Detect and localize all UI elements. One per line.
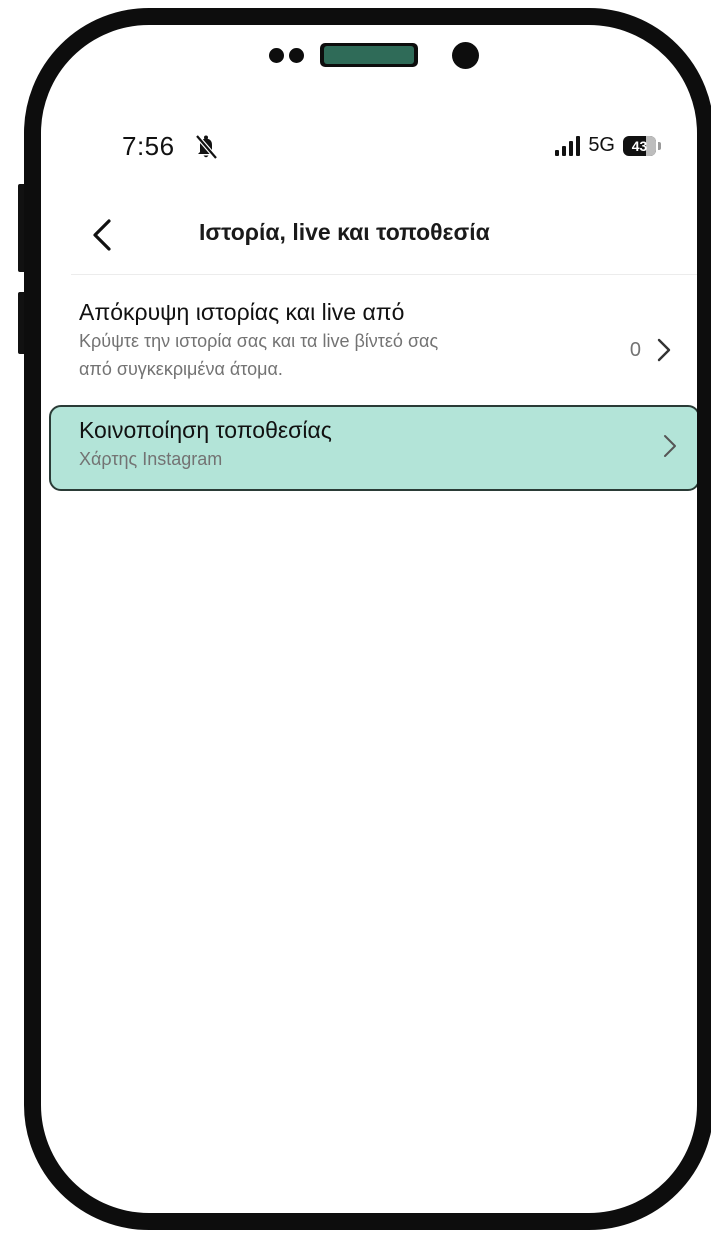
camera-lens	[452, 42, 479, 69]
back-chevron-icon[interactable]	[85, 215, 121, 255]
setting-title: Κοινοποίηση τοποθεσίας	[79, 417, 332, 443]
status-time: 7:56	[122, 131, 175, 161]
chevron-right-icon	[657, 338, 671, 362]
sensor-dot	[269, 48, 284, 63]
battery-level: 43	[631, 137, 648, 154]
chevron-right-icon	[664, 435, 676, 457]
setting-row-hide-story-live[interactable]: Απόκρυψη ιστορίας και live από Κρύψτε τη…	[41, 281, 697, 401]
signal-icon	[555, 135, 581, 156]
bell-slash-icon	[195, 134, 218, 160]
setting-subtitle: Κρύψτε την ιστορία σας και τα live βίντε…	[79, 331, 439, 351]
earpiece-speaker	[320, 43, 418, 67]
battery-icon: 43	[623, 135, 656, 156]
device-frame: 7:56 5G 43 Ιστορία, live και τοποθεσία Α…	[0, 0, 711, 1241]
phone-screen: 7:56 5G 43 Ιστορία, live και τοποθεσία Α…	[24, 8, 711, 1230]
setting-row-location-sharing[interactable]: Κοινοποίηση τοποθεσίας Χάρτης Instagram	[49, 405, 697, 491]
header-divider	[71, 274, 697, 275]
page-title: Ιστορία, live και τοποθεσία	[199, 219, 490, 245]
setting-subtitle: Χάρτης Instagram	[79, 449, 223, 469]
network-type: 5G	[588, 134, 615, 156]
battery-cap	[658, 141, 661, 150]
sensor-housing	[41, 25, 697, 105]
navigation-bar: Ιστορία, live και τοποθεσία	[41, 205, 697, 265]
status-indicators: 5G 43	[555, 134, 661, 157]
sensor-dot	[289, 48, 304, 63]
setting-title: Απόκρυψη ιστορίας και live από	[79, 299, 405, 325]
setting-subtitle: από συγκεκριμένα άτομα.	[79, 359, 283, 379]
hidden-count: 0	[629, 339, 641, 361]
